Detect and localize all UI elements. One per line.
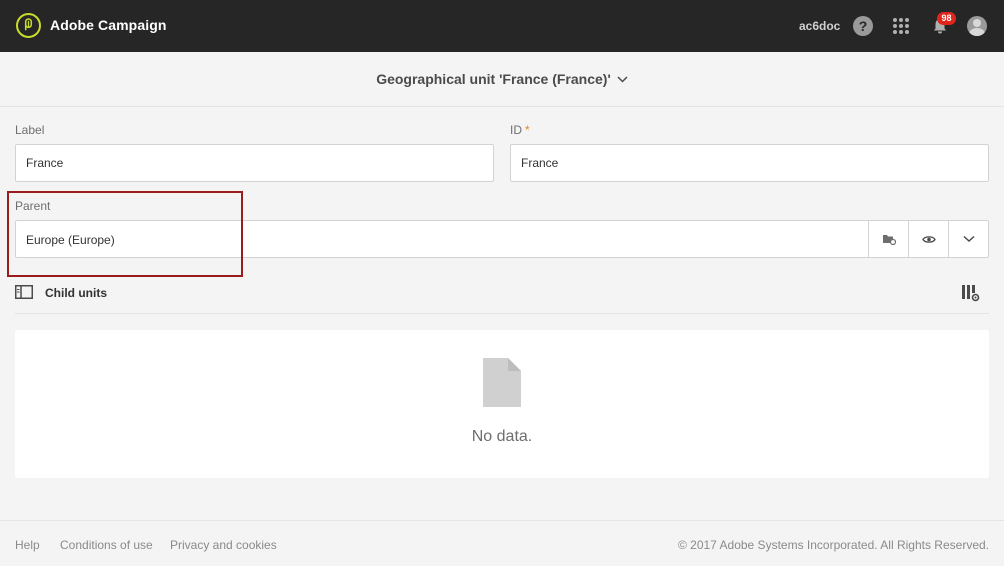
child-units-header: Child units	[15, 283, 989, 314]
instance-name[interactable]: ac6doc	[799, 19, 840, 33]
notification-badge: 98	[937, 12, 956, 25]
help-icon[interactable]: ?	[853, 16, 873, 36]
empty-state-text: No data.	[471, 428, 533, 445]
document-icon	[483, 358, 521, 407]
chevron-down-icon[interactable]	[948, 221, 988, 257]
id-label-text: ID	[510, 123, 522, 137]
app-title[interactable]: Adobe Campaign	[50, 17, 167, 33]
footer-link-help[interactable]: Help	[15, 538, 40, 552]
child-units-table: No data.	[15, 330, 989, 478]
top-bar: Adobe Campaign ac6doc ? 98	[0, 0, 1004, 52]
label-input[interactable]: France	[15, 144, 494, 182]
id-field-label: ID *	[510, 123, 530, 137]
page-title-text: Geographical unit 'France (France)'	[376, 71, 611, 87]
footer-link-conditions[interactable]: Conditions of use	[60, 538, 153, 552]
avatar-icon[interactable]	[967, 16, 987, 36]
adobe-campaign-logo-icon[interactable]	[16, 13, 41, 38]
eye-icon[interactable]	[908, 221, 948, 257]
chevron-down-icon	[617, 75, 628, 83]
page-title[interactable]: Geographical unit 'France (France)'	[376, 71, 628, 87]
required-marker: *	[525, 123, 530, 137]
folder-browse-icon[interactable]	[868, 221, 908, 257]
list-panel-icon	[15, 285, 33, 299]
copyright-text: © 2017 Adobe Systems Incorporated. All R…	[677, 538, 989, 552]
column-settings-icon[interactable]	[962, 284, 980, 302]
label-field-label: Label	[15, 123, 45, 137]
child-units-title: Child units	[45, 286, 107, 300]
apps-grid-icon[interactable]	[891, 16, 911, 36]
footer: Help Conditions of use Privacy and cooki…	[0, 520, 1004, 566]
id-input[interactable]: France	[510, 144, 989, 182]
page-header: Geographical unit 'France (France)'	[0, 52, 1004, 107]
footer-link-privacy[interactable]: Privacy and cookies	[170, 538, 277, 552]
parent-highlight-box	[7, 191, 243, 277]
